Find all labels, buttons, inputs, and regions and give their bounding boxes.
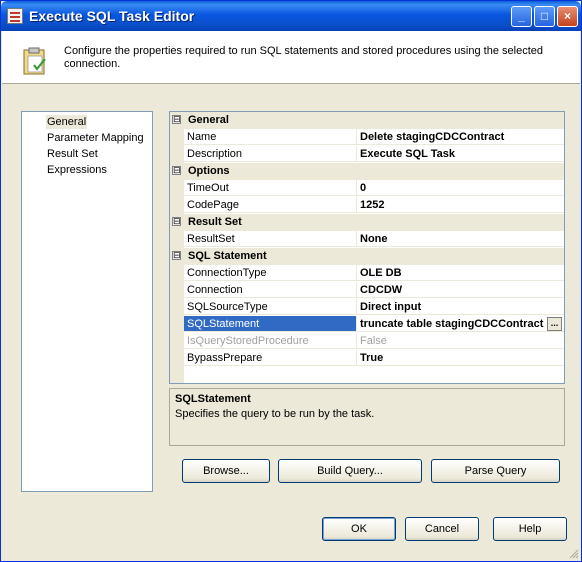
category-label: Options <box>188 165 230 177</box>
category-result-set[interactable]: ⊟ Result Set <box>170 214 564 231</box>
sqlstatement-value-text: truncate table stagingCDCContract <box>360 318 544 330</box>
dialog-window: Execute SQL Task Editor _ □ × Configure … <box>0 0 582 562</box>
property-row-resultset[interactable]: ResultSet None <box>170 231 564 248</box>
browse-button[interactable]: Browse... <box>182 459 270 483</box>
property-name: TimeOut <box>184 180 357 196</box>
description-text: Specifies the query to be run by the tas… <box>175 408 375 420</box>
category-sql-statement[interactable]: ⊟ SQL Statement <box>170 248 564 265</box>
property-name: Name <box>184 129 357 145</box>
property-row-connectiontype[interactable]: ConnectionType OLE DB <box>170 265 564 282</box>
minimize-icon[interactable]: _ <box>511 6 532 27</box>
property-name: CodePage <box>184 197 357 213</box>
property-name: SQLSourceType <box>184 299 357 315</box>
property-value: False <box>357 333 564 349</box>
property-value[interactable]: CDCDW <box>357 282 564 298</box>
property-row-timeout[interactable]: TimeOut 0 <box>170 180 564 197</box>
category-label: SQL Statement <box>188 250 267 262</box>
category-general[interactable]: ⊟ General <box>170 112 564 129</box>
property-row-sqlsourcetype[interactable]: SQLSourceType Direct input <box>170 299 564 316</box>
property-name: Connection <box>184 282 357 298</box>
collapse-icon[interactable]: ⊟ <box>172 217 181 226</box>
title-bar[interactable]: Execute SQL Task Editor _ □ × <box>1 1 581 31</box>
property-name: ResultSet <box>184 231 357 247</box>
property-description-panel: SQLStatement Specifies the query to be r… <box>169 388 565 446</box>
property-row-sqlstatement[interactable]: SQLStatement truncate table stagingCDCCo… <box>170 316 564 333</box>
property-name: BypassPrepare <box>184 350 357 366</box>
nav-item-general[interactable]: General <box>46 115 88 129</box>
sql-task-icon <box>7 8 23 24</box>
property-value[interactable]: 0 <box>357 180 564 196</box>
property-row-bypassprepare[interactable]: BypassPrepare True <box>170 350 564 367</box>
property-value[interactable]: 1252 <box>357 197 564 213</box>
property-value[interactable]: truncate table stagingCDCContract <box>357 316 564 332</box>
page-navigation: General Parameter Mapping Result Set Exp… <box>21 111 153 492</box>
property-name: IsQueryStoredProcedure <box>184 333 357 349</box>
category-label: Result Set <box>188 216 242 228</box>
category-label: General <box>188 114 229 126</box>
property-row-isquerystoredprocedure: IsQueryStoredProcedure False <box>170 333 564 350</box>
property-value[interactable]: OLE DB <box>357 265 564 281</box>
nav-item-expressions[interactable]: Expressions <box>46 163 108 177</box>
property-row-name[interactable]: Name Delete stagingCDCContract <box>170 129 564 146</box>
description-title: SQLStatement <box>175 393 251 405</box>
property-value[interactable]: Delete stagingCDCContract <box>357 129 564 145</box>
build-query-button[interactable]: Build Query... <box>278 459 422 483</box>
clipboard-check-icon <box>23 47 46 75</box>
close-icon[interactable]: × <box>557 6 578 27</box>
property-row-connection[interactable]: Connection CDCDW <box>170 282 564 299</box>
help-button[interactable]: Help <box>493 517 567 541</box>
property-name: ConnectionType <box>184 265 357 281</box>
resize-grip-icon[interactable] <box>569 549 579 559</box>
window-title: Execute SQL Task Editor <box>29 8 195 24</box>
property-grid: ⊟ General Name Delete stagingCDCContract… <box>169 111 565 384</box>
header-banner: Configure the properties required to run… <box>2 31 580 84</box>
nav-item-result-set[interactable]: Result Set <box>46 147 99 161</box>
property-value[interactable]: None <box>357 231 564 247</box>
collapse-icon[interactable]: ⊟ <box>172 115 181 124</box>
header-description: Configure the properties required to run… <box>64 45 543 70</box>
category-options[interactable]: ⊟ Options <box>170 163 564 180</box>
ok-button[interactable]: OK <box>322 517 396 541</box>
property-value[interactable]: Direct input <box>357 299 564 315</box>
collapse-icon[interactable]: ⊟ <box>172 166 181 175</box>
cancel-button[interactable]: Cancel <box>405 517 479 541</box>
parse-query-button[interactable]: Parse Query <box>431 459 560 483</box>
property-row-description[interactable]: Description Execute SQL Task <box>170 146 564 163</box>
property-value[interactable]: True <box>357 350 564 366</box>
property-value[interactable]: Execute SQL Task <box>357 146 564 162</box>
property-row-codepage[interactable]: CodePage 1252 <box>170 197 564 214</box>
ellipsis-button[interactable]: ... <box>547 317 562 331</box>
property-name: SQLStatement <box>184 316 357 332</box>
collapse-icon[interactable]: ⊟ <box>172 251 181 260</box>
maximize-icon[interactable]: □ <box>534 6 555 27</box>
nav-item-parameter-mapping[interactable]: Parameter Mapping <box>46 131 145 145</box>
property-name: Description <box>184 146 357 162</box>
